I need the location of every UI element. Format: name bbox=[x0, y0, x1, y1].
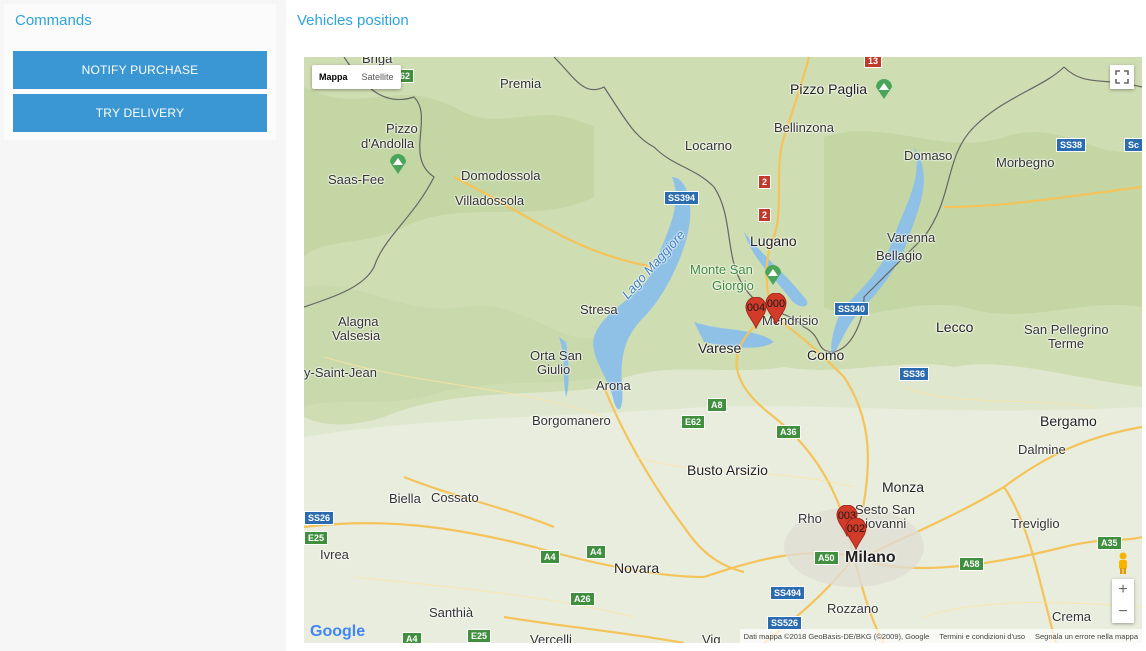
road-shield-e25b: E25 bbox=[467, 629, 492, 643]
road-shield-a36: A36 bbox=[776, 425, 801, 439]
place-sesto-san: Sesto San bbox=[855, 502, 915, 517]
place-san-pellegrino: San Pellegrino bbox=[1024, 322, 1109, 337]
road-shield-ss26: SS26 bbox=[304, 511, 335, 525]
place-monza: Monza bbox=[882, 479, 925, 495]
road-shield-e25: E25 bbox=[304, 531, 329, 545]
place-alagna: Alagna bbox=[338, 314, 379, 329]
place-lugano: Lugano bbox=[750, 233, 797, 249]
zoom-out-button[interactable]: − bbox=[1112, 601, 1134, 623]
place-lecco: Lecco bbox=[936, 319, 974, 335]
map-attribution: Dati mappa ©2018 GeoBasis-DE/BKG (©2009)… bbox=[739, 629, 1142, 643]
place-villadossola: Villadossola bbox=[455, 193, 525, 208]
place-giulio: Giulio bbox=[537, 362, 571, 377]
mountain-peak-icon bbox=[765, 265, 781, 285]
road-shield-a35: A35 bbox=[1097, 536, 1122, 550]
map-data-credit: Dati mappa ©2018 GeoBasis-DE/BKG (©2009)… bbox=[743, 631, 930, 641]
road-shield-e62: E62 bbox=[681, 415, 706, 429]
place-santhia: Santhià bbox=[429, 605, 474, 620]
mountain-peak-icon bbox=[876, 79, 892, 99]
place-saint-jean: y-Saint-Jean bbox=[304, 365, 377, 380]
place-bellinzona: Bellinzona bbox=[774, 120, 834, 135]
place-bellagio: Bellagio bbox=[876, 248, 923, 263]
place-milano: Milano bbox=[845, 549, 896, 566]
vehicles-position-title: Vehicles position bbox=[297, 12, 409, 29]
place-premia: Premia bbox=[500, 76, 542, 91]
road-shield-sc: Sc bbox=[1124, 138, 1142, 152]
vehicle-marker-label: 002 bbox=[846, 523, 866, 535]
road-shield-ss494: SS494 bbox=[770, 586, 806, 600]
place-rho: Rho bbox=[798, 511, 822, 526]
place-varenna: Varenna bbox=[887, 230, 936, 245]
map-type-mappa[interactable]: Mappa bbox=[312, 65, 355, 89]
road-shield-ss36: SS36 bbox=[899, 367, 930, 381]
place-cossato: Cossato bbox=[431, 490, 479, 505]
road-shield-a26: A26 bbox=[570, 592, 595, 606]
place-rozzano: Rozzano bbox=[827, 601, 879, 616]
place-varese: Varese bbox=[698, 340, 742, 356]
report-error-link[interactable]: Segnala un errore nella mappa bbox=[1035, 632, 1138, 641]
road-shield-ss38: SS38 bbox=[1056, 138, 1087, 152]
place-locarno: Locarno bbox=[685, 138, 732, 153]
commands-title: Commands bbox=[15, 12, 92, 29]
place-vig: Vig bbox=[702, 632, 721, 643]
place-borgomanero: Borgomanero bbox=[532, 413, 611, 428]
vehicle-marker-004[interactable]: 004 bbox=[745, 296, 767, 330]
mountain-peak-icon bbox=[390, 154, 406, 174]
vehicle-marker-label: 004 bbox=[746, 302, 766, 314]
place-pizzo-paglia: Pizzo Paglia bbox=[790, 81, 868, 97]
road-shield-ss394: SS394 bbox=[664, 191, 700, 205]
road-shield-a58: A58 bbox=[959, 557, 984, 571]
place-dalmine: Dalmine bbox=[1018, 442, 1066, 457]
road-shield-2b: 2 bbox=[758, 208, 772, 222]
road-shield-2a: 2 bbox=[758, 175, 772, 189]
street-view-pegman-icon[interactable] bbox=[1114, 551, 1132, 575]
place-crema: Crema bbox=[1052, 609, 1092, 624]
road-shield-ss526: SS526 bbox=[767, 616, 803, 630]
place-stresa: Stresa bbox=[580, 302, 618, 317]
place-vercelli: Vercelli bbox=[530, 632, 572, 643]
place-terme: Terme bbox=[1048, 336, 1085, 351]
zoom-control: + − bbox=[1112, 579, 1134, 623]
place-giorgio: Giorgio bbox=[712, 278, 754, 293]
place-treviglio: Treviglio bbox=[1011, 516, 1060, 531]
map-type-control: Mappa Satellite bbox=[312, 65, 401, 89]
road-shield-a50: A50 bbox=[814, 551, 839, 565]
place-como: Como bbox=[807, 347, 845, 363]
place-biella: Biella bbox=[389, 491, 421, 506]
place-pizzo: Pizzo bbox=[386, 121, 418, 136]
place-valsesia: Valsesia bbox=[332, 328, 381, 343]
google-logo-text: Google bbox=[310, 623, 366, 640]
road-shield-a4b: A4 bbox=[586, 545, 606, 559]
place-andolla: d'Andolla bbox=[361, 136, 415, 151]
road-shield-13: 13 bbox=[864, 57, 883, 68]
vehicles-map[interactable]: Briga Premia Pizzo Paglia Bellinzona Loc… bbox=[304, 57, 1142, 643]
place-orta-san: Orta San bbox=[530, 348, 583, 363]
terms-link[interactable]: Termini e condizioni d'uso bbox=[939, 632, 1025, 641]
road-shield-a4c: A4 bbox=[402, 632, 422, 643]
road-shield-ss340: SS340 bbox=[834, 302, 870, 316]
road-shield-a8: A8 bbox=[707, 398, 727, 412]
vehicle-marker-000[interactable]: 000 bbox=[765, 292, 787, 326]
vehicle-marker-002[interactable]: 002 bbox=[845, 517, 867, 551]
place-novara: Novara bbox=[614, 560, 660, 576]
fullscreen-icon bbox=[1115, 70, 1129, 84]
place-domodossola: Domodossola bbox=[461, 168, 541, 183]
google-logo: Google bbox=[310, 623, 365, 641]
road-shield-a4a: A4 bbox=[540, 550, 560, 564]
place-arona: Arona bbox=[596, 378, 631, 393]
place-saas-fee: Saas-Fee bbox=[328, 172, 385, 187]
try-delivery-button[interactable]: TRY DELIVERY bbox=[13, 94, 267, 132]
place-busto-arsizio: Busto Arsizio bbox=[687, 462, 768, 478]
fullscreen-button[interactable] bbox=[1110, 65, 1134, 89]
place-monte-san: Monte San bbox=[690, 262, 753, 277]
commands-panel: Commands NOTIFY PURCHASE TRY DELIVERY bbox=[0, 0, 286, 651]
vehicle-marker-label: 000 bbox=[766, 298, 786, 310]
place-bergamo: Bergamo bbox=[1040, 413, 1097, 429]
notify-purchase-button[interactable]: NOTIFY PURCHASE bbox=[13, 51, 267, 89]
map-type-satellite[interactable]: Satellite bbox=[355, 65, 401, 89]
zoom-in-button[interactable]: + bbox=[1112, 579, 1134, 601]
place-domaso: Domaso bbox=[904, 148, 953, 163]
place-morbegno: Morbegno bbox=[996, 155, 1055, 170]
place-ivrea: Ivrea bbox=[320, 547, 349, 562]
